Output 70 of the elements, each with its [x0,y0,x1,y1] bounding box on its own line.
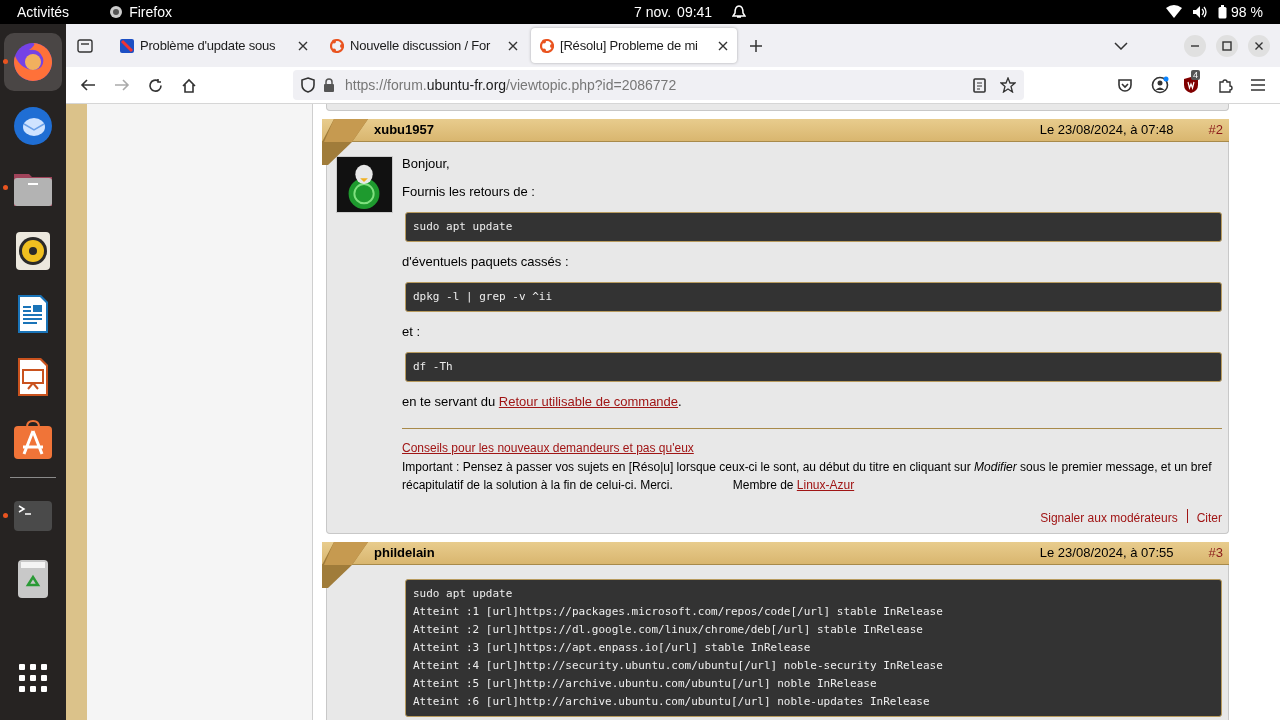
app-icon [109,5,124,19]
shopping-bag-icon[interactable] [11,417,55,462]
signature-text: Important : Pensez à passer vos sujets en [Réso|u] lorsque ceux-ci le sont, au début du titre en cliquant sur Modifier sous le premier message, et un bref récapitulatif de la solution à la fin de celui-ci. Merci. Membre de Linux-Azur [402,459,1213,494]
post-paragraph: en te servant du Retour utilisable de commande. [402,394,683,409]
battery-icon[interactable] [1218,5,1228,19]
close-icon[interactable] [718,40,728,51]
advice-link[interactable]: Conseils pour les nouveaux demandeurs et pas qu'eux [402,439,694,457]
app-name: Firefox [129,2,172,22]
post-paragraph: d'éventuels paquets cassés : [402,254,570,269]
post-paragraph: et : [402,324,422,339]
code-line: Atteint :5 [url]http://archive.ubuntu.com/ubuntu[/url] noble InRelease [413,678,878,690]
clock-time[interactable]: 09:41 [677,1,713,23]
code-line: Atteint :1 [url]https://packages.microsoft.com/repos/code[/url] stable InRelease [413,606,944,618]
code-line: dpkg -l | grep -v ^ii [413,291,554,303]
chevron-down-icon[interactable] [1114,41,1128,50]
app-grid-icon[interactable] [19,664,47,692]
post-number[interactable]: #2 [1208,120,1223,140]
shield-icon[interactable] [1183,76,1199,94]
bell-icon[interactable] [732,4,747,20]
post-action-link[interactable]: Citer [1196,509,1222,527]
post-paragraph: Bonjour, [402,156,451,171]
shield-icon[interactable] [301,77,315,93]
code-line: df -Th [413,361,454,373]
author-name[interactable]: xubu1957 [374,120,434,140]
battery-level: 98 % [1231,2,1263,22]
member-link[interactable]: Linux-Azur [796,478,855,492]
favicon-icon [120,38,134,53]
author-name[interactable]: phildelain [374,543,435,563]
code-line: sudo apt update [413,221,514,233]
lock-icon [323,77,335,93]
code-line: Atteint :2 [url]https://dl.google.com/linux/chrome/deb[/url] stable InRelease [413,624,924,636]
favicon-icon [540,38,554,53]
new-tab-icon[interactable] [749,38,763,53]
clock-date[interactable]: 7 nov. [634,1,672,23]
activities-button[interactable]: Activités [17,1,70,23]
post-date: Le 23/08/2024, à 07:55 [1039,544,1174,563]
maximize-icon[interactable] [1216,34,1238,57]
url-text: https://forum.ubuntu-fr.org/viewtopic.php?id=2086772 [345,75,677,95]
puzzle-icon[interactable] [1217,77,1233,93]
post-action-link[interactable]: Signaler aux modérateurs [1040,509,1178,527]
post-number[interactable]: #3 [1208,543,1223,563]
back-icon[interactable] [80,78,96,92]
browser-tab[interactable]: Problème d'update sous [111,28,317,63]
close-icon[interactable] [1248,34,1270,57]
menu-icon[interactable] [1251,79,1265,91]
close-icon[interactable] [298,40,308,51]
code-line: Atteint :6 [url]http://archive.ubuntu.com/ubuntu[/url] noble-updates InRelease [413,696,931,708]
home-icon[interactable] [181,77,197,93]
browser-tab[interactable]: Nouvelle discussion / For [321,28,527,63]
extension-badge: 4 [1191,70,1200,80]
reader-view-icon[interactable] [973,77,986,93]
star-icon[interactable] [1000,77,1016,93]
account-icon[interactable] [1151,76,1169,94]
pocket-icon[interactable] [1117,77,1133,93]
reload-icon[interactable] [148,77,163,93]
close-icon[interactable] [508,40,518,51]
code-line: Atteint :4 [url]http://security.ubuntu.com/ubuntu[/url] noble-security InRelease [413,660,944,672]
post-paragraph: Fournis les retours de : [402,184,536,199]
wifi-icon[interactable] [1166,5,1183,19]
tab-list-icon[interactable] [77,38,93,53]
browser-tab[interactable]: [Résolu] Probleme de mi [531,28,737,63]
dock-item[interactable] [4,32,62,91]
minimize-icon[interactable] [1184,34,1206,57]
volume-icon[interactable] [1192,5,1209,19]
command-link[interactable]: Retour utilisable de commande [498,394,679,409]
code-line: sudo apt update [413,588,514,600]
post-date: Le 23/08/2024, à 07:48 [1039,121,1174,140]
code-line: Atteint :3 [url]https://apt.enpass.io[/url] stable InRelease [413,642,812,654]
address-bar[interactable]: https://forum.ubuntu-fr.org/viewtopic.php?id=2086772 [293,70,1024,100]
favicon-icon [330,38,344,53]
